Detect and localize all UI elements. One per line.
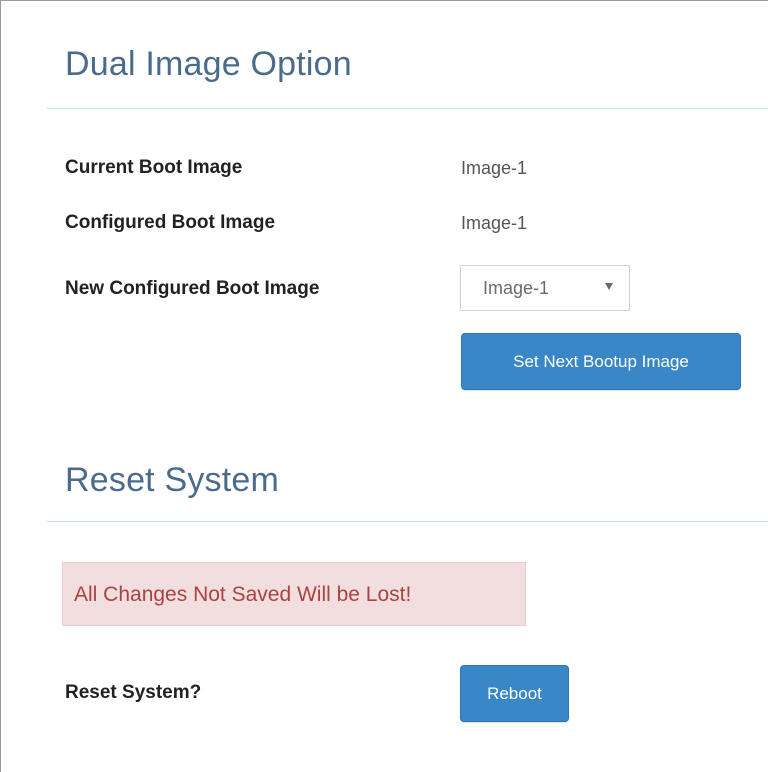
page: Dual Image Option Current Boot Image Ima… <box>0 0 768 772</box>
new-configured-boot-image-label: New Configured Boot Image <box>65 278 320 299</box>
reset-system-title: Reset System <box>65 461 280 499</box>
reset-system-question-label: Reset System? <box>65 682 202 703</box>
chevron-down-icon <box>605 283 613 290</box>
section-divider <box>47 521 768 522</box>
current-boot-image-label: Current Boot Image <box>65 157 243 178</box>
dual-image-title: Dual Image Option <box>65 45 352 83</box>
reboot-button[interactable]: Reboot <box>460 665 569 722</box>
set-next-bootup-image-button[interactable]: Set Next Bootup Image <box>461 333 741 390</box>
section-divider <box>47 108 768 109</box>
current-boot-image-value: Image-1 <box>461 158 528 178</box>
boot-image-select-value: Image-1 <box>483 278 550 298</box>
unsaved-changes-warning: All Changes Not Saved Will be Lost! <box>62 562 526 626</box>
configured-boot-image-value: Image-1 <box>461 213 528 233</box>
boot-image-select[interactable]: Image-1 <box>460 265 630 311</box>
configured-boot-image-label: Configured Boot Image <box>65 212 276 233</box>
